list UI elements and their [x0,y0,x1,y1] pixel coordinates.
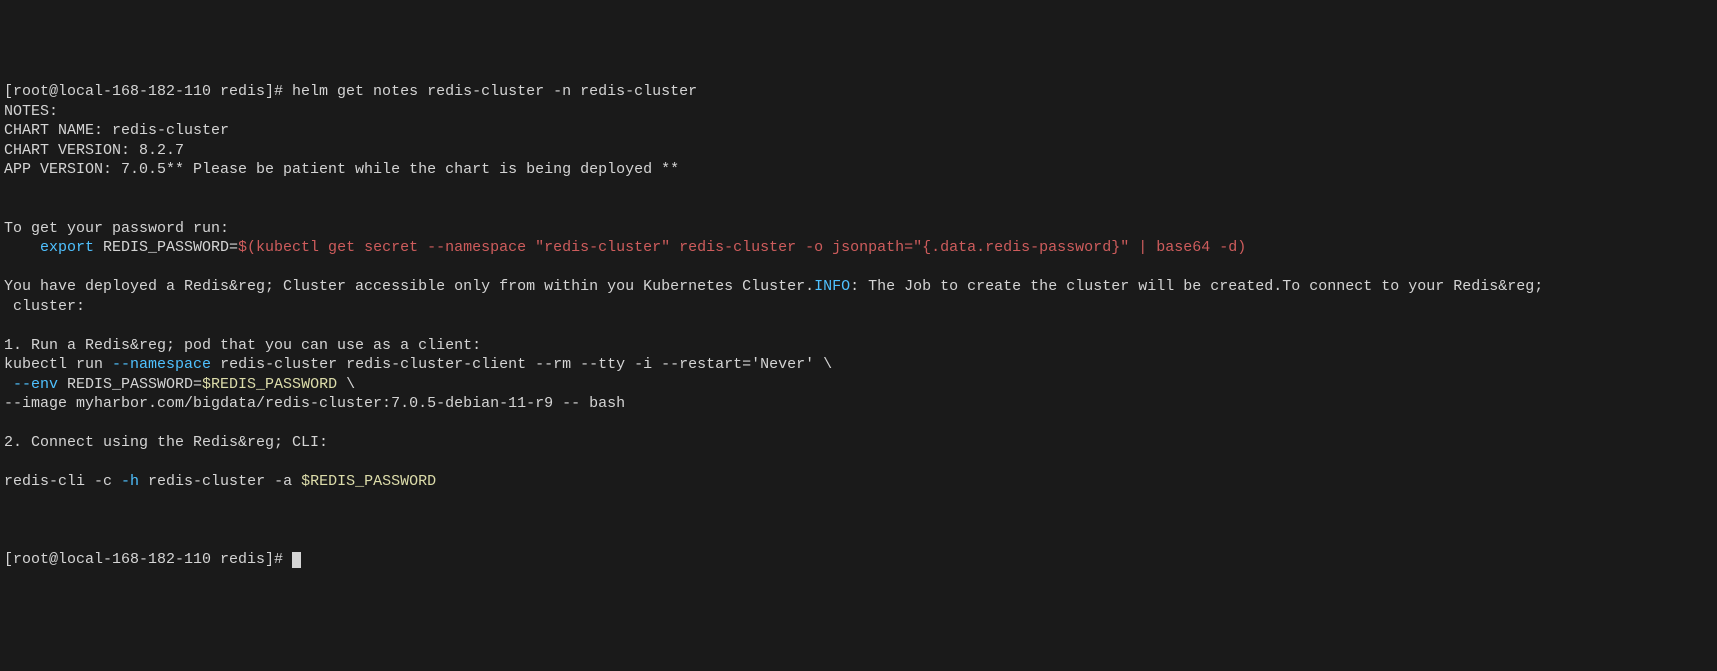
auth-flag: -a [274,473,301,490]
step2-instruction: 2. Connect using the Redis&reg; CLI: [4,434,328,451]
deployed-info-part1: You have deployed a Redis&reg; Cluster a… [4,278,814,295]
info-label: INFO [814,278,850,295]
notes-header: NOTES: [4,103,58,120]
shell-prompt-2: [root@local-168-182-110 redis]# [4,551,292,568]
image-line: --image myharbor.com/bigdata/redis-clust… [4,395,625,412]
chart-name-line: CHART NAME: redis-cluster [4,122,229,139]
deployed-info-part2: : The Job to create the cluster will be … [850,278,1543,295]
shell-prompt: [root@local-168-182-110 redis]# [4,83,292,100]
redis-password-var: $REDIS_PASSWORD [301,473,436,490]
command-input: helm get notes redis-cluster -n redis-cl… [292,83,697,100]
env-continuation: \ [337,376,355,393]
kubectl-run-part1: kubectl run [4,356,112,373]
namespace-flag: --namespace [112,356,211,373]
env-variable: REDIS_PASSWORD= [58,376,202,393]
step1-instruction: 1. Run a Redis&reg; pod that you can use… [4,337,481,354]
host-flag: -h [121,473,139,490]
password-instruction: To get your password run: [4,220,229,237]
chart-version-line: CHART VERSION: 8.2.7 [4,142,184,159]
terminal-output[interactable]: [root@local-168-182-110 redis]# helm get… [4,82,1717,570]
redis-cli-part2: redis-cluster [139,473,274,490]
export-variable: REDIS_PASSWORD= [94,239,238,256]
env-value: $REDIS_PASSWORD [202,376,337,393]
app-version-line: APP VERSION: 7.0.5** Please be patient w… [4,161,679,178]
export-keyword: export [4,239,94,256]
kubectl-run-part2: redis-cluster redis-cluster-client --rm … [211,356,832,373]
env-flag: --env [4,376,58,393]
redis-cli-part1: redis-cli -c [4,473,121,490]
deployed-info-part3: cluster: [4,298,85,315]
cursor[interactable] [292,552,301,568]
export-command-substitution: $(kubectl get secret --namespace "redis-… [238,239,1246,256]
